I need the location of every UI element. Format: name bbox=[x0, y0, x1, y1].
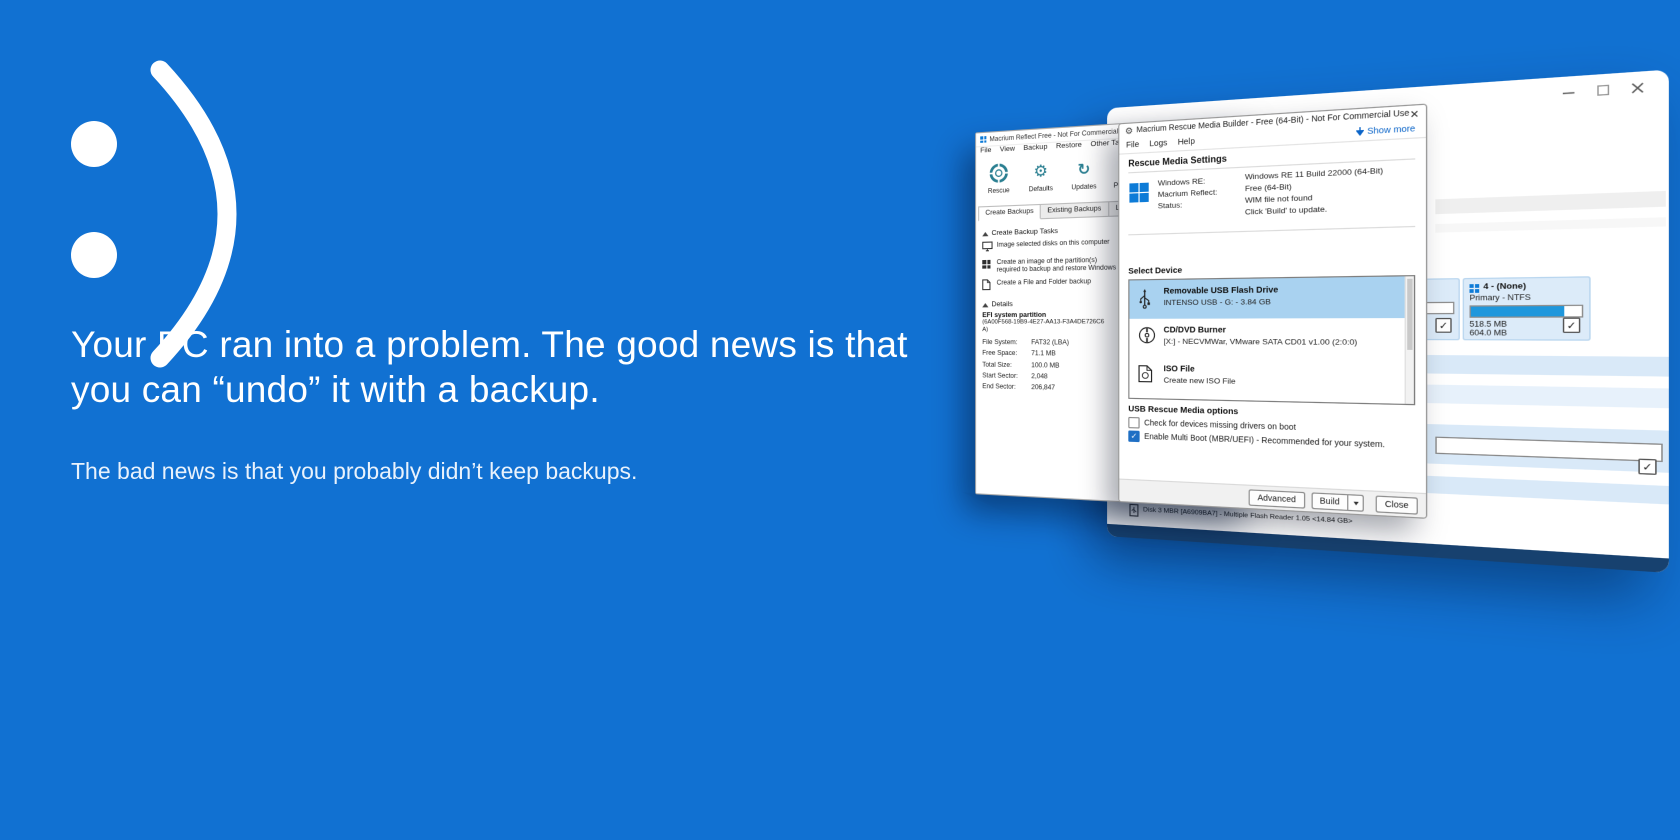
usb-disk-icon bbox=[1129, 503, 1138, 516]
device-iso-file[interactable]: ISO File Create new ISO File bbox=[1129, 357, 1413, 401]
partition-title: 4 - (None) bbox=[1483, 282, 1526, 291]
iso-file-icon bbox=[1138, 365, 1152, 388]
rescue-media-dialog: ⚙ Macrium Rescue Media Builder - Free (6… bbox=[1118, 103, 1427, 518]
advanced-button[interactable]: Advanced bbox=[1249, 489, 1305, 508]
windows-re-logo bbox=[1129, 183, 1148, 203]
updates-button[interactable]: ↻ Updates bbox=[1062, 154, 1106, 192]
gear-icon: ⚙ bbox=[1020, 157, 1063, 185]
task-file-folder-backup[interactable]: Create a File and Folder backup bbox=[982, 277, 1119, 293]
divider bbox=[1128, 226, 1415, 236]
detail-row: End Sector:206,847 bbox=[982, 383, 1119, 393]
hero-subtext: The bad news is that you probably didn’t… bbox=[71, 458, 637, 485]
device-cd-dvd-burner[interactable]: CD/DVD Burner [X:] - NECVMWar, VMware SA… bbox=[1129, 318, 1413, 360]
toolbar-label: Defaults bbox=[1020, 184, 1063, 194]
windows-partition-icon bbox=[1469, 284, 1479, 293]
collapse-icon bbox=[982, 231, 988, 235]
stripe-row bbox=[1427, 476, 1669, 505]
option-multi-boot[interactable]: ✓ Enable Multi Boot (MBR/UEFI) - Recomme… bbox=[1128, 430, 1385, 450]
detail-row: Total Size:100.0 MB bbox=[982, 361, 1119, 370]
defaults-button[interactable]: ⚙ Defaults bbox=[1020, 157, 1063, 194]
info-labels: Windows RE: Macrium Reflect: Status: bbox=[1158, 176, 1218, 213]
maximize-icon[interactable] bbox=[1597, 84, 1610, 97]
lifesaver-icon bbox=[978, 159, 1019, 187]
usb-options-header: USB Rescue Media options bbox=[1128, 403, 1238, 416]
background-band bbox=[1435, 191, 1665, 214]
device-usb-flash-drive[interactable]: Removable USB Flash Drive INTENSO USB - … bbox=[1129, 276, 1413, 319]
tasks-header[interactable]: Create Backup Tasks bbox=[982, 226, 1119, 238]
partition-total: 604.0 MB bbox=[1469, 329, 1507, 339]
checkbox-checked-icon[interactable]: ✓ bbox=[1128, 430, 1139, 442]
build-button[interactable]: Build bbox=[1311, 492, 1347, 511]
build-dropdown-button[interactable] bbox=[1347, 494, 1364, 512]
task-image-disks[interactable]: Image selected disks on this computer bbox=[982, 238, 1119, 254]
dialog-menu-help[interactable]: Help bbox=[1178, 136, 1195, 147]
partition-guid: (6A00F568-19B9-4E27-AA13-F3A4DE726C6A) bbox=[982, 319, 1108, 335]
tasks-panel: Create Backup Tasks Image selected disks… bbox=[976, 216, 1126, 501]
dialog-close-icon[interactable]: ✕ bbox=[1410, 108, 1420, 121]
partition-type: Primary - NTFS bbox=[1469, 294, 1530, 305]
collapse-icon bbox=[982, 303, 988, 307]
partition-card[interactable]: 4 - (None) Primary - NTFS 518.5 MB 604.0… bbox=[1463, 276, 1591, 341]
refresh-icon: ↻ bbox=[1062, 154, 1106, 183]
monitor-icon bbox=[982, 241, 992, 254]
select-device-header: Select Device bbox=[1128, 265, 1182, 276]
dialog-menu-logs[interactable]: Logs bbox=[1149, 137, 1167, 148]
stripe-row bbox=[1427, 355, 1669, 377]
sheet-bottom-bar bbox=[1107, 524, 1669, 573]
partition-checkbox[interactable]: ✓ bbox=[1563, 318, 1581, 333]
detail-row: File System:FAT32 (LBA) bbox=[982, 338, 1119, 346]
cd-icon bbox=[1138, 327, 1155, 350]
close-button[interactable]: Close bbox=[1376, 495, 1418, 514]
dialog-gear-icon: ⚙ bbox=[1125, 126, 1133, 137]
down-arrow-icon bbox=[1356, 127, 1364, 136]
scrollbar-thumb[interactable] bbox=[1407, 279, 1412, 350]
background-band bbox=[1435, 217, 1665, 232]
details-header[interactable]: Details bbox=[982, 300, 1119, 309]
settings-header: Rescue Media Settings bbox=[1128, 154, 1227, 169]
device-list-scrollbar[interactable] bbox=[1405, 276, 1414, 404]
app-icon bbox=[980, 136, 986, 143]
toolbar-label: Updates bbox=[1062, 182, 1106, 192]
detail-row: Start Sector:2,048 bbox=[982, 372, 1119, 382]
hero-headline: Your PC ran into a problem. The good new… bbox=[71, 322, 908, 412]
checkbox-unchecked-icon[interactable] bbox=[1128, 417, 1139, 429]
rescue-button[interactable]: Rescue bbox=[978, 159, 1019, 196]
detail-row: Free Space:71.1 MB bbox=[982, 350, 1119, 359]
device-list: Removable USB Flash Drive INTENSO USB - … bbox=[1128, 275, 1415, 405]
stripe-row bbox=[1427, 385, 1669, 409]
show-more-link[interactable]: Show more bbox=[1356, 123, 1416, 137]
menu-backup[interactable]: Backup bbox=[1023, 143, 1047, 152]
background-checkbox[interactable]: ✓ bbox=[1638, 459, 1656, 475]
dialog-menu-file[interactable]: File bbox=[1126, 139, 1139, 150]
menu-file[interactable]: File bbox=[980, 147, 991, 155]
hero-headline-line1: Your PC ran into a problem. The good new… bbox=[71, 322, 908, 367]
menu-view[interactable]: View bbox=[1000, 145, 1015, 153]
host-window-controls bbox=[1563, 82, 1645, 99]
partition-checkbox[interactable]: ✓ bbox=[1435, 318, 1451, 333]
info-values: Windows RE 11 Build 22000 (64-Bit) Free … bbox=[1245, 166, 1383, 219]
usb-icon bbox=[1138, 288, 1151, 315]
screenshot-scene: ✓ 4 - (None) Primary - NTFS 518.5 MB 604… bbox=[969, 60, 1612, 596]
task-image-windows-partitions[interactable]: Create an image of the partition(s) requ… bbox=[982, 255, 1119, 274]
hero-headline-line2: you can “undo” it with a backup. bbox=[71, 367, 908, 412]
close-icon[interactable] bbox=[1631, 82, 1645, 95]
windows-icon bbox=[982, 258, 992, 275]
file-icon bbox=[982, 279, 992, 293]
dropdown-arrow-icon bbox=[1353, 501, 1358, 505]
menu-restore[interactable]: Restore bbox=[1056, 141, 1082, 150]
toolbar-label: Rescue bbox=[978, 186, 1019, 195]
minimize-icon[interactable] bbox=[1563, 86, 1576, 98]
